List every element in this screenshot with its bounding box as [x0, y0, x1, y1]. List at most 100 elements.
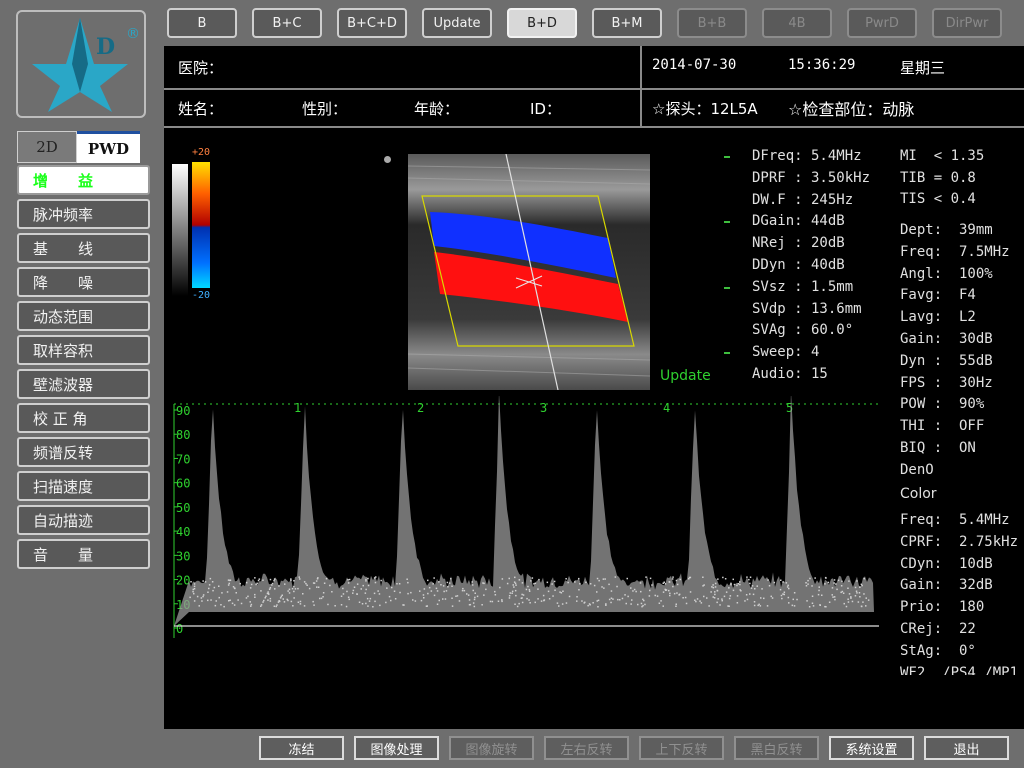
velocity-tick-label: 80: [176, 428, 190, 442]
menu-item-6[interactable]: 取样容积: [17, 335, 150, 365]
doppler-param: SVsz : 1.5mm: [752, 278, 854, 295]
bmode-param: Lavg: L2: [900, 309, 976, 326]
mode-button-b-c[interactable]: B+C: [252, 8, 322, 38]
doppler-param: DFreq: 5.4MHz: [752, 148, 862, 164]
param-dash-marker: [724, 221, 730, 224]
patient-age-label: 年龄：: [414, 100, 460, 118]
mode-button-b-b: B+B: [677, 8, 747, 38]
mode-button-4b: 4B: [762, 8, 832, 38]
velocity-tick-label: 0: [176, 622, 183, 636]
patient-id-label: ID：: [530, 100, 561, 118]
menu-item-11[interactable]: 自动描迹: [17, 505, 150, 535]
function-button-6: 黑白反转: [734, 736, 819, 760]
velocity-tick-label: 90: [176, 404, 190, 418]
bmode-param: DenO: [900, 461, 934, 478]
mode-button-b-d[interactable]: B+D: [507, 8, 577, 38]
velocity-tick-label: 50: [176, 501, 190, 515]
color-bar-min: -20: [192, 290, 211, 301]
function-button-7[interactable]: 系统设置: [829, 736, 914, 760]
doppler-param: SVAg : 60.0°: [752, 322, 854, 339]
grayscale-bar: [172, 164, 188, 296]
patient-name-label: 姓名：: [178, 100, 224, 118]
menu-item-9[interactable]: 频谱反转: [17, 437, 150, 467]
doppler-param: SVdp : 13.6mm: [752, 300, 862, 317]
color-param: Gain: 32dB: [900, 577, 993, 594]
safety-index: TIB = 0.8: [900, 169, 976, 186]
doppler-param: Audio: 15: [752, 366, 828, 382]
color-doppler-image: [408, 154, 650, 390]
bmode-param: Freq: 7.5MHz: [900, 243, 1010, 260]
header-divider: [164, 88, 1024, 90]
logo-registered-mark: ®: [126, 26, 140, 42]
bmode-param: Angl: 100%: [900, 265, 993, 282]
velocity-tick-label: 70: [176, 452, 190, 466]
mode-button-dirpwr: DirPwr: [932, 8, 1002, 38]
function-button-2[interactable]: 图像处理: [354, 736, 439, 760]
exam-weekday: 星期三: [900, 59, 946, 77]
doppler-param: DDyn : 40dB: [752, 257, 845, 273]
exam-time: 15:36:29: [788, 57, 856, 73]
velocity-tick-label: 30: [176, 549, 190, 563]
doppler-param: DGain: 44dB: [752, 213, 845, 230]
tab-2d[interactable]: 2D: [17, 131, 77, 163]
bmode-param: POW : 90%: [900, 396, 985, 413]
time-mark-label: 1: [294, 401, 301, 415]
logo-star-icon: D ®: [32, 18, 140, 112]
update-indicator: Update: [660, 368, 711, 384]
mode-button-b-c-d[interactable]: B+C+D: [337, 8, 407, 38]
spectral-waveform: [174, 396, 874, 626]
bmode-param: THI : OFF: [900, 418, 985, 435]
orientation-marker: [384, 156, 391, 163]
menu-item-8[interactable]: 校 正 角: [17, 403, 150, 433]
menu-item-10[interactable]: 扫描速度: [17, 471, 150, 501]
doppler-param: DW.F : 245Hz: [752, 191, 854, 208]
ultrasound-display: 医院： 2014-07-30 15:36:29 星期三 姓名： 性别： 年龄： …: [164, 46, 1024, 729]
param-dash-marker: [724, 352, 730, 355]
bmode-param: Dept: 39mm: [900, 222, 993, 238]
bmode-param: BIQ : ON: [900, 440, 976, 456]
function-button-3: 图像旋转: [449, 736, 534, 760]
velocity-tick-label: 40: [176, 525, 190, 539]
menu-item-4[interactable]: 降 噪: [17, 267, 150, 297]
menu-item-5[interactable]: 动态范围: [17, 301, 150, 331]
color-section-title: Color: [900, 486, 937, 502]
bmode-param: Gain: 30dB: [900, 331, 993, 347]
menu-item-12[interactable]: 音 量: [17, 539, 150, 569]
mode-button-b-m[interactable]: B+M: [592, 8, 662, 38]
color-param: CPRF: 2.75kHz: [900, 533, 1019, 550]
menu-item-3[interactable]: 基 线: [17, 233, 150, 263]
header-divider: [640, 46, 642, 128]
color-param: Freq: 5.4MHz: [900, 512, 1010, 528]
logo-letter: D: [96, 34, 115, 60]
color-velocity-bar: [192, 162, 210, 288]
exam-part-label: ☆检查部位：动脉: [788, 100, 915, 119]
time-mark-label: 5: [786, 401, 793, 415]
color-param: CDyn: 10dB: [900, 555, 993, 572]
time-mark-label: 3: [540, 401, 547, 415]
time-mark-label: 4: [663, 401, 670, 415]
doppler-param: Sweep: 4: [752, 344, 820, 361]
doppler-param: DPRF : 3.50kHz: [752, 169, 871, 186]
tab-pwd[interactable]: PWD: [77, 131, 140, 163]
function-button-1[interactable]: 冻结: [259, 736, 344, 760]
menu-item-1[interactable]: 增 益: [17, 165, 150, 195]
safety-index: TIS < 0.4: [900, 191, 976, 207]
doppler-param: NRej : 20dB: [752, 235, 845, 252]
bmode-param: FPS : 30Hz: [900, 374, 993, 391]
menu-item-2[interactable]: 脉冲频率: [17, 199, 150, 229]
mode-button-update[interactable]: Update: [422, 8, 492, 38]
color-param: CRej: 22: [900, 621, 976, 637]
patient-sex-label: 性别：: [302, 100, 348, 118]
mode-button-b[interactable]: B: [167, 8, 237, 38]
function-button-8[interactable]: 退出: [924, 736, 1009, 760]
color-param: WF2 /PS4 /MP1: [900, 664, 1019, 675]
time-mark-label: 2: [417, 401, 424, 415]
menu-item-7[interactable]: 壁滤波器: [17, 369, 150, 399]
function-button-4: 左右反转: [544, 736, 629, 760]
exam-date: 2014-07-30: [652, 57, 737, 73]
color-param: StAg: 0°: [900, 642, 976, 659]
safety-index: MI < 1.35: [900, 148, 985, 164]
company-logo: D ®: [16, 10, 146, 118]
color-bar-max: +20: [192, 147, 211, 158]
param-dash-marker: [724, 286, 730, 289]
